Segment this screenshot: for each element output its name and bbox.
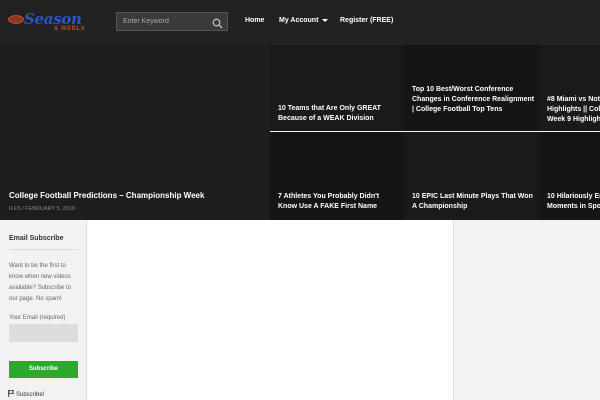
chevron-down-icon [322,18,329,22]
post-tile-title[interactable]: 10 Hilariously Embarrassing Moments in S… [547,192,600,212]
search-box [116,12,228,31]
widget-description: Want to be the first to know when new vi… [9,263,72,302]
logo-subtext: & WEBLX [54,26,86,32]
nav-home[interactable]: Home [245,17,264,24]
post-tile[interactable]: #8 Miami vs Notre Dame Highlights || Col… [539,45,600,131]
email-field[interactable] [9,324,78,342]
top-header: Season & WEBLX Home My Account Register … [0,0,600,45]
post-tile[interactable]: 10 Hilariously Embarrassing Moments in S… [539,132,600,220]
post-tile-title[interactable]: Top 10 Best/Worst Conference Changes in … [412,85,535,115]
email-label: Your Email (required) [9,315,66,321]
post-tile-title[interactable]: 7 Athletes You Probably Didn't Know Use … [278,192,400,212]
featured-title[interactable]: College Football Predictions – Champions… [9,191,204,200]
right-sidebar [453,220,600,400]
subscribe-link[interactable]: Subscribe! [8,390,44,399]
main-content [87,220,453,400]
football-icon [8,15,24,24]
nav-register[interactable]: Register (FREE) [340,17,393,24]
site-logo[interactable]: Season & WEBLX [8,10,98,32]
post-tile[interactable]: 10 EPIC Last Minute Plays That Won A Cha… [404,132,539,220]
post-tile-title[interactable]: #8 Miami vs Notre Dame Highlights || Col… [547,95,600,125]
subscribe-link-label: Subscribe! [16,392,45,399]
post-tile-title[interactable]: 10 Teams that Are Only GREAT Because of … [278,104,400,124]
subscribe-button[interactable]: Subscribe [9,361,78,378]
post-tile-title[interactable]: 10 EPIC Last Minute Plays That Won A Cha… [412,192,535,212]
featured-meta: ILFS / FEBRUARY 5, 2019 [9,206,75,212]
nav-my-account[interactable]: My Account [279,17,329,24]
flag-icon [8,390,15,399]
divider [9,249,78,250]
post-tile[interactable]: Top 10 Best/Worst Conference Changes in … [404,45,539,131]
search-icon[interactable] [212,16,223,29]
featured-post[interactable]: College Football Predictions – Champions… [0,45,270,220]
search-input[interactable] [117,13,207,30]
widget-title: Email Subscribe [9,235,64,242]
post-tile[interactable]: 10 Teams that Are Only GREAT Because of … [270,45,404,131]
post-tile[interactable]: 7 Athletes You Probably Didn't Know Use … [270,132,404,220]
nav-my-account-label: My Account [279,17,319,24]
email-subscribe-widget: Email Subscribe Want to be the first to … [0,220,87,400]
